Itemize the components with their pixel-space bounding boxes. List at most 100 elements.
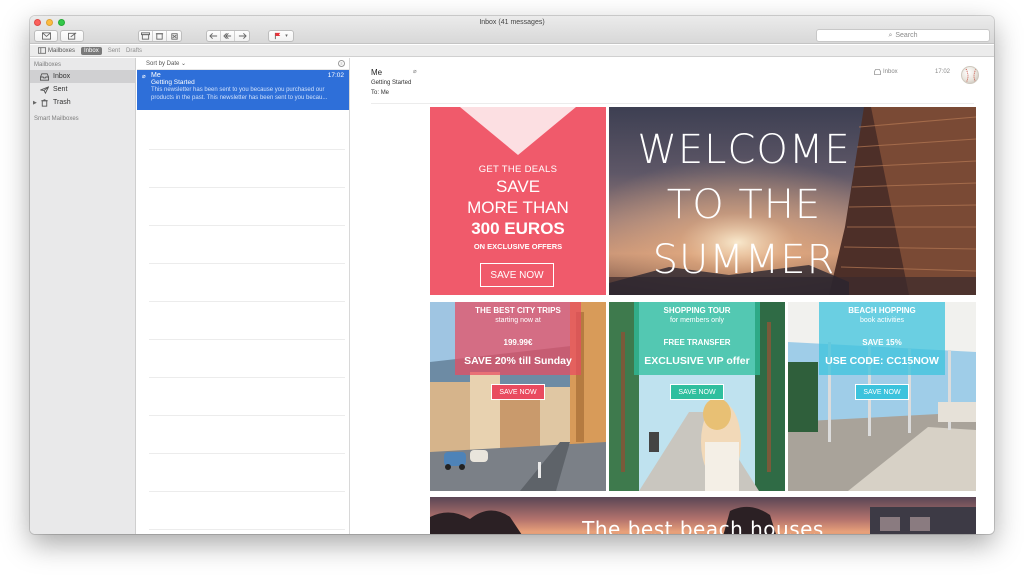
trash-icon xyxy=(41,98,48,107)
get-mail-button[interactable] xyxy=(34,30,58,42)
hero-image: WELCOME TO THE SUMMER xyxy=(609,107,976,295)
reading-pane: Me ⌀ Getting Started To: Me Inbox 17:02 … xyxy=(351,58,994,534)
get-mail-icon xyxy=(41,32,51,40)
forward-button[interactable] xyxy=(235,31,249,41)
flag-button[interactable]: ▾ xyxy=(268,30,294,42)
tile-highlight: FREE TRANSFER xyxy=(663,338,731,347)
tile-subtitle: starting now at xyxy=(495,317,541,324)
compose-icon xyxy=(67,32,76,40)
sidebar-item-label: Sent xyxy=(53,86,68,93)
message-list: Sort by Date ⌄ ≡ ⌀ Me 17:02 Getting Star… xyxy=(137,58,350,534)
sidebar-item-inbox[interactable]: Inbox xyxy=(30,70,135,83)
sidebar-item-label: Inbox xyxy=(53,73,71,80)
favorites-bar: Mailboxes Inbox Sent Drafts xyxy=(30,45,994,57)
reply-actions-group xyxy=(206,30,250,42)
tile-highlight: SAVE 15% xyxy=(862,338,902,347)
mailbox-label: Inbox xyxy=(883,69,898,75)
avatar xyxy=(961,66,979,84)
list-item[interactable]: ⌀ Me 17:02 Getting Started This newslett… xyxy=(137,70,349,110)
deal-headline-2: MORE THAN xyxy=(467,198,569,217)
mailboxes-toggle[interactable]: Mailboxes xyxy=(38,47,75,54)
inbox-icon xyxy=(40,72,49,81)
attachment-icon[interactable]: ⌀ xyxy=(413,68,417,75)
junk-icon xyxy=(170,33,178,40)
sidebar-item-trash[interactable]: ▶ Trash xyxy=(30,96,135,109)
chevron-down-icon: ⌄ xyxy=(181,61,187,67)
compose-button[interactable] xyxy=(60,30,84,42)
window-title: Inbox (41 messages) xyxy=(479,19,545,26)
message-preview-line: This newsletter has been sent to you bec… xyxy=(151,87,325,93)
tile-save-now-button[interactable]: SAVE NOW xyxy=(855,384,909,400)
hero-line-1: WELCOME xyxy=(637,127,851,173)
inbox-icon xyxy=(874,69,881,75)
attachment-icon: ⌀ xyxy=(142,74,146,80)
search-placeholder: Search xyxy=(895,32,918,39)
favorite-inbox[interactable]: Inbox xyxy=(81,46,102,55)
mailboxes-heading: Mailboxes xyxy=(34,62,62,68)
sort-label: Sort by Date xyxy=(146,61,180,67)
forward-icon xyxy=(238,32,247,40)
mailboxes-label: Mailboxes xyxy=(48,47,76,54)
favorite-sent[interactable]: Sent xyxy=(108,48,120,54)
header-sender: Me xyxy=(371,68,383,77)
mail-window: Inbox (41 messages) ▾ ⌕ Search Mailboxes… xyxy=(30,16,994,534)
filter-icon[interactable]: ≡ xyxy=(338,60,345,67)
beach-houses-banner: The best beach houses xyxy=(430,497,976,534)
empty-list-area xyxy=(149,112,345,532)
search-field[interactable]: ⌕ Search xyxy=(816,29,990,42)
tile-offer: USE CODE: CC15NOW xyxy=(825,355,939,367)
reply-all-button[interactable] xyxy=(221,31,235,41)
disclosure-triangle-icon[interactable]: ▶ xyxy=(33,100,37,106)
header-mailbox: Inbox xyxy=(874,69,898,75)
header-recipients: To: Me xyxy=(371,90,389,96)
promo-tile-beach: BEACH HOPPING book activities SAVE 15% U… xyxy=(788,302,976,491)
deal-kicker: GET THE DEALS xyxy=(478,164,558,175)
delete-button[interactable] xyxy=(153,31,167,41)
message-sender: Me xyxy=(151,72,161,79)
junk-button[interactable] xyxy=(167,31,181,41)
mailbox-sidebar: Mailboxes Inbox Sent ▶ Trash Smart Mailb… xyxy=(30,58,136,534)
flag-icon xyxy=(275,32,281,40)
delete-icon xyxy=(155,33,164,40)
sidebar-toggle-icon xyxy=(38,47,46,54)
sidebar-item-label: Trash xyxy=(53,99,71,106)
header-subject: Getting Started xyxy=(371,80,412,86)
message-actions-group xyxy=(138,30,182,42)
reply-button[interactable] xyxy=(207,31,221,41)
favorite-drafts[interactable]: Drafts xyxy=(126,48,142,54)
deal-save-now-button[interactable]: SAVE NOW xyxy=(480,263,554,287)
deal-note: ON EXCLUSIVE OFFERS xyxy=(473,242,563,251)
sort-bar: Sort by Date ⌄ ≡ xyxy=(137,58,349,70)
tile-price: 199.99€ xyxy=(503,338,533,347)
reply-icon xyxy=(209,32,218,40)
deal-amount: 300 EUROS xyxy=(471,219,565,238)
tile-offer: EXCLUSIVE VIP offer xyxy=(644,355,750,367)
tile-subtitle: for members only xyxy=(669,317,725,324)
to-label: To: xyxy=(371,90,380,96)
promo-tile-city-trips: THE BEST CITY TRIPS starting now at 199.… xyxy=(430,302,606,491)
tile-title: THE BEST CITY TRIPS xyxy=(475,306,561,315)
deal-headline-1: SAVE xyxy=(495,177,541,196)
deal-panel: GET THE DEALS SAVE MORE THAN 300 EUROS O… xyxy=(430,107,606,295)
hero-line-2: TO THE xyxy=(666,182,822,228)
sort-menu[interactable]: Sort by Date ⌄ xyxy=(146,60,186,67)
tile-title: BEACH HOPPING xyxy=(848,306,916,315)
message-time: 17:02 xyxy=(327,72,344,79)
archive-icon xyxy=(141,32,150,40)
tile-save-now-button[interactable]: SAVE NOW xyxy=(491,384,545,400)
title-bar: Inbox (41 messages) ▾ ⌕ Search xyxy=(30,16,994,44)
recipient: Me xyxy=(380,90,390,96)
smart-mailboxes-heading: Smart Mailboxes xyxy=(34,116,79,122)
banner-title: The best beach houses xyxy=(582,517,824,534)
header-divider xyxy=(371,103,974,104)
archive-button[interactable] xyxy=(139,31,153,41)
tile-offer: SAVE 20% till Sunday xyxy=(464,355,572,367)
tile-subtitle: book activities xyxy=(860,317,904,324)
search-icon: ⌕ xyxy=(888,31,893,39)
chevron-down-icon: ▾ xyxy=(285,33,288,39)
tile-save-now-button[interactable]: SAVE NOW xyxy=(670,384,724,400)
sent-icon xyxy=(40,85,49,94)
chevron-decoration xyxy=(460,107,576,155)
message-preview-line: products in the past. This newsletter ha… xyxy=(151,95,328,101)
sidebar-item-sent[interactable]: Sent xyxy=(30,83,135,96)
